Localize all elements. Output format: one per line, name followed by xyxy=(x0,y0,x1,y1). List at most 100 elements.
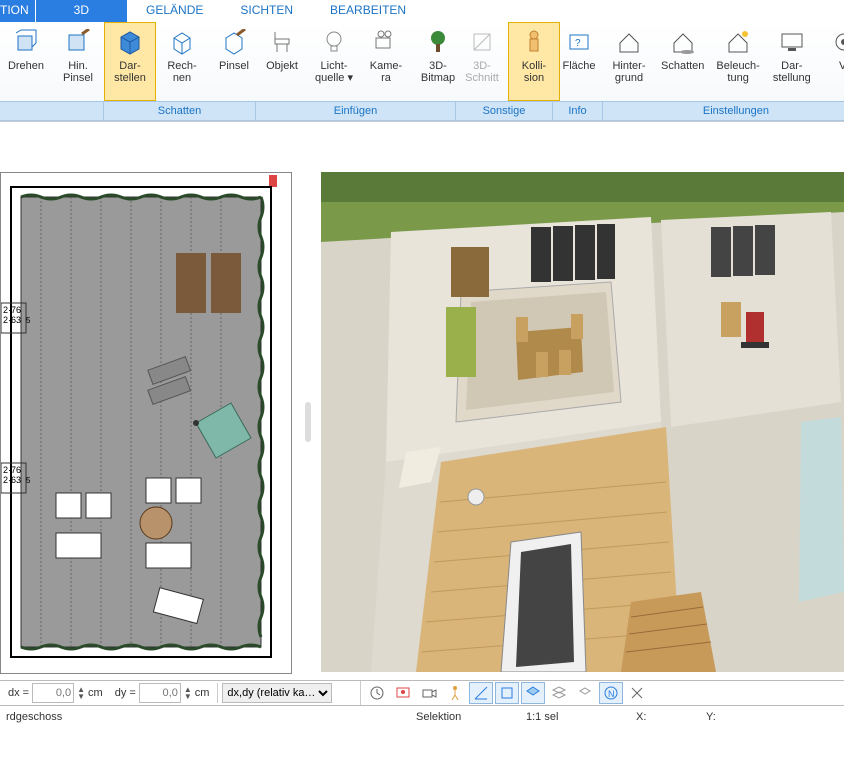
view-mode-button[interactable] xyxy=(495,682,519,704)
gear-icon xyxy=(831,29,844,55)
splitter-grip-icon xyxy=(305,402,311,442)
hin-pinsel-button[interactable]: Hin. Pinsel xyxy=(52,22,104,101)
dy-label: dy = xyxy=(115,687,136,699)
schatten-button[interactable]: Schatten xyxy=(655,22,710,101)
layer-icon xyxy=(525,685,541,701)
marker-icon xyxy=(269,175,277,187)
ribbon-toolbar: Drehen Hin. Pinsel Dar- stellen Rech- ne… xyxy=(0,22,844,121)
tab-bearbeiten[interactable]: BEARBEITEN xyxy=(312,0,425,22)
bulb-icon xyxy=(321,29,347,55)
drehen-label: Drehen xyxy=(8,60,44,72)
dim-6: 5 xyxy=(26,476,31,485)
group-einstellungen: Einstellungen xyxy=(603,101,844,120)
house-light-icon xyxy=(725,29,751,55)
north-button[interactable]: N xyxy=(599,682,623,704)
cube-brush-icon xyxy=(65,29,91,55)
layers-icon xyxy=(551,685,567,701)
schnitt-label: 3D- Schnitt xyxy=(465,60,499,84)
plan-2d-svg: 2·76 2·63 5 2·76 2·63 5 xyxy=(1,173,291,673)
view-3d-svg xyxy=(321,172,844,672)
camera-tool-button[interactable] xyxy=(417,682,441,704)
flaeche-button[interactable]: ? Fläche xyxy=(553,22,605,101)
flaeche-label: Fläche xyxy=(562,60,595,72)
rechnen-button[interactable]: Rech- nen xyxy=(156,22,208,101)
rechnen-label: Rech- nen xyxy=(167,60,196,84)
monitor-icon xyxy=(779,29,805,55)
vi-button[interactable]: Vi xyxy=(818,22,844,101)
bitmap-label: 3D- Bitmap xyxy=(421,60,455,84)
drehen-button[interactable]: Drehen xyxy=(0,22,52,101)
view-3d-pane[interactable] xyxy=(321,172,844,672)
layer1-button[interactable] xyxy=(521,682,545,704)
person-icon xyxy=(521,29,547,55)
darstellung-label: Dar- stellung xyxy=(773,60,811,84)
walk-icon xyxy=(447,685,463,701)
cube-wire-icon xyxy=(169,29,195,55)
plan-2d-pane[interactable]: 2·76 2·63 5 2·76 2·63 5 xyxy=(0,172,292,674)
pinsel-label: Pinsel xyxy=(219,60,249,72)
objekt-button[interactable]: Objekt xyxy=(256,22,308,101)
walk-button[interactable] xyxy=(443,682,467,704)
dy-input[interactable] xyxy=(139,683,181,703)
dx-spinner[interactable]: ▲▼ xyxy=(77,686,85,700)
footer-bar: dx = ▲▼ cm dy = ▲▼ cm dx,dy (relativ ka…… xyxy=(0,680,844,705)
darstellen-label: Dar- stellen xyxy=(114,60,146,84)
status-floor: rdgeschoss xyxy=(6,711,76,723)
close-icon xyxy=(630,686,644,700)
hin-pinsel-label: Hin. Pinsel xyxy=(63,60,93,84)
layer2-button[interactable] xyxy=(547,682,571,704)
pinsel-button[interactable]: Pinsel xyxy=(208,22,260,101)
section-icon xyxy=(469,29,495,55)
dx-input[interactable] xyxy=(32,683,74,703)
schatten-label: Schatten xyxy=(661,60,704,72)
lichtquelle-button[interactable]: Licht- quelle ▾ xyxy=(308,22,360,101)
area-icon: ? xyxy=(566,29,592,55)
status-bar: rdgeschoss Selektion 1:1 sel X: Y: xyxy=(0,705,844,728)
dx-label: dx = xyxy=(8,687,29,699)
group-label-1 xyxy=(0,101,104,120)
tab-cut[interactable]: TION xyxy=(0,0,36,22)
record-button[interactable] xyxy=(391,682,415,704)
dy-spinner[interactable]: ▲▼ xyxy=(184,686,192,700)
beleuchtung-label: Beleuch- tung xyxy=(716,60,759,84)
dim-4: 2·76 xyxy=(3,465,21,475)
hintergrund-button[interactable]: Hinter- grund xyxy=(603,22,655,101)
dy-unit: cm xyxy=(195,687,210,699)
dim-2: 2·63 xyxy=(3,315,21,325)
measure-button[interactable] xyxy=(469,682,493,704)
camcorder-icon xyxy=(421,685,437,701)
group-sonstige: Sonstige xyxy=(456,101,553,120)
clock-icon xyxy=(369,685,385,701)
coord-mode-select[interactable]: dx,dy (relativ ka… xyxy=(222,683,332,703)
darstellung-button[interactable]: Dar- stellung xyxy=(766,22,818,101)
tab-3d[interactable]: 3D xyxy=(36,0,128,22)
status-selection: Selektion xyxy=(416,711,486,723)
tree-icon xyxy=(425,29,451,55)
tab-gelaende[interactable]: GELÄNDE xyxy=(128,0,222,22)
dim-3: 5 xyxy=(26,316,31,325)
cube-filled-icon xyxy=(116,28,144,56)
view-toolstrip: N xyxy=(360,681,653,705)
beleuchtung-button[interactable]: Beleuch- tung xyxy=(710,22,765,101)
layers2-icon xyxy=(577,685,593,701)
tab-sichten[interactable]: SICHTEN xyxy=(222,0,312,22)
screen-icon xyxy=(395,685,411,701)
kollision-label: Kolli- sion xyxy=(522,60,546,84)
dim-1: 2·76 xyxy=(3,305,21,315)
dx-unit: cm xyxy=(88,687,103,699)
group-schatten: Schatten xyxy=(104,101,256,120)
ribbon-tabs: TION 3D GELÄNDE SICHTEN BEARBEITEN xyxy=(0,0,844,22)
darstellen-button[interactable]: Dar- stellen xyxy=(104,22,156,101)
kamera-button[interactable]: Kame- ra xyxy=(360,22,412,101)
lichtquelle-label: Licht- quelle ▾ xyxy=(315,60,353,84)
vi-label: Vi xyxy=(839,60,844,72)
kamera-label: Kame- ra xyxy=(370,60,402,84)
box-view-icon xyxy=(499,685,515,701)
cube-rotate-icon xyxy=(13,29,39,55)
schnitt-button[interactable]: 3D- Schnitt xyxy=(456,22,508,101)
close-tool-button[interactable] xyxy=(625,682,649,704)
layer3-button[interactable] xyxy=(573,682,597,704)
history-button[interactable] xyxy=(365,682,389,704)
pane-splitter[interactable] xyxy=(297,172,319,672)
house-bg-icon xyxy=(616,29,642,55)
